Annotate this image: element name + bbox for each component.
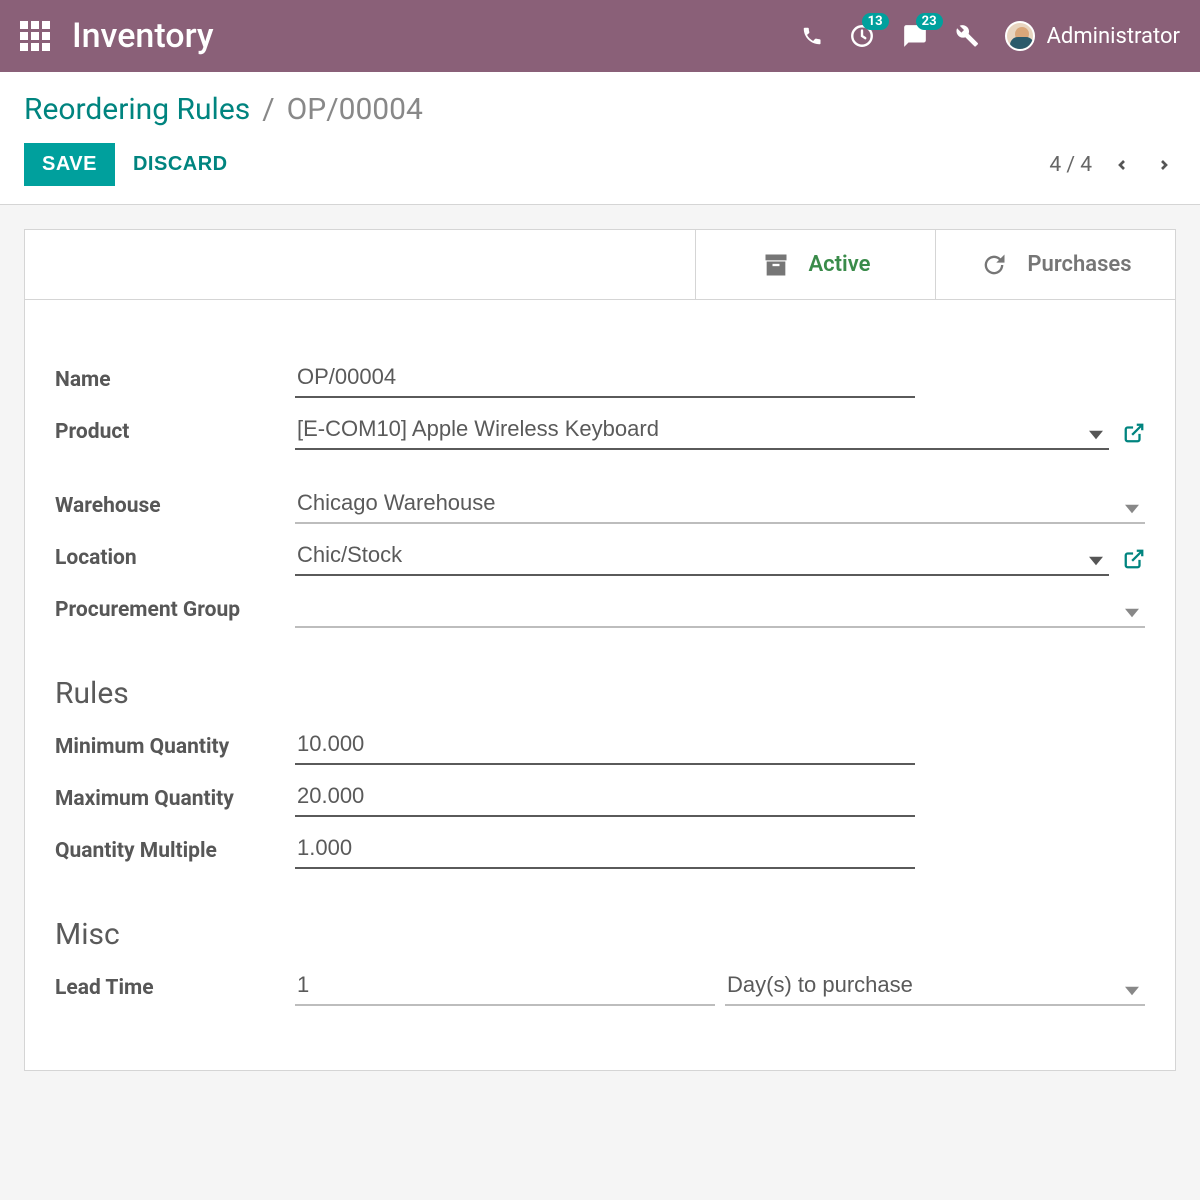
label-warehouse: Warehouse <box>55 494 295 524</box>
location-field[interactable] <box>295 538 1109 576</box>
label-location: Location <box>55 546 295 576</box>
label-product: Product <box>55 420 295 450</box>
max-qty-field[interactable] <box>295 779 915 817</box>
label-name: Name <box>55 368 295 398</box>
row-warehouse: Warehouse <box>55 486 1145 524</box>
topbar: Inventory 13 23 Administrator <box>0 0 1200 72</box>
actions-row: SAVE DISCARD 4 / 4 <box>24 143 1176 186</box>
app-title: Inventory <box>72 16 801 56</box>
chat-icon[interactable]: 23 <box>901 23 929 49</box>
row-min-qty: Minimum Quantity <box>55 727 1145 765</box>
row-procurement-group: Procurement Group <box>55 590 1145 628</box>
archive-icon <box>761 251 791 279</box>
topbar-right: 13 23 Administrator <box>801 21 1180 51</box>
refresh-icon <box>979 251 1009 279</box>
lead-time-unit-field[interactable] <box>725 968 1145 1006</box>
row-location: Location <box>55 538 1145 576</box>
form-body: Name Product Warehouse <box>25 300 1175 1070</box>
settings-icon[interactable] <box>955 24 979 48</box>
activity-badge: 13 <box>862 13 889 30</box>
external-link-icon[interactable] <box>1123 422 1145 450</box>
pager-prev-button[interactable] <box>1110 149 1134 181</box>
active-toggle-button[interactable]: Active <box>695 230 935 299</box>
rules-section-title: Rules <box>55 676 1145 711</box>
product-field[interactable] <box>295 412 1109 450</box>
breadcrumb-current: OP/00004 <box>287 92 423 127</box>
stat-buttons: Active Purchases <box>25 230 1175 300</box>
purchases-label: Purchases <box>1027 252 1131 277</box>
name-field[interactable] <box>295 360 915 398</box>
content: Active Purchases Name Product <box>0 205 1200 1095</box>
pager: 4 / 4 <box>1049 149 1176 181</box>
label-qty-multiple: Quantity Multiple <box>55 839 295 869</box>
misc-section-title: Misc <box>55 917 1145 952</box>
external-link-icon[interactable] <box>1123 548 1145 576</box>
lead-time-value-field[interactable] <box>295 968 715 1006</box>
row-name: Name <box>55 360 1145 398</box>
chat-badge: 23 <box>916 13 943 30</box>
pager-text: 4 / 4 <box>1049 153 1092 177</box>
row-lead-time: Lead Time <box>55 968 1145 1006</box>
row-max-qty: Maximum Quantity <box>55 779 1145 817</box>
procurement-group-field[interactable] <box>295 590 1145 628</box>
label-max-qty: Maximum Quantity <box>55 787 295 817</box>
control-panel: Reordering Rules / OP/00004 SAVE DISCARD… <box>0 72 1200 205</box>
pager-next-button[interactable] <box>1152 149 1176 181</box>
username: Administrator <box>1047 24 1180 49</box>
warehouse-field[interactable] <box>295 486 1145 524</box>
label-min-qty: Minimum Quantity <box>55 735 295 765</box>
apps-icon[interactable] <box>20 21 50 51</box>
discard-button[interactable]: DISCARD <box>115 143 246 186</box>
phone-icon[interactable] <box>801 25 823 47</box>
activity-icon[interactable]: 13 <box>849 23 875 49</box>
breadcrumb-parent[interactable]: Reordering Rules <box>24 92 250 127</box>
min-qty-field[interactable] <box>295 727 915 765</box>
form-sheet: Active Purchases Name Product <box>24 229 1176 1071</box>
save-button[interactable]: SAVE <box>24 143 115 186</box>
row-product: Product <box>55 412 1145 450</box>
breadcrumb: Reordering Rules / OP/00004 <box>24 92 1176 127</box>
label-lead-time: Lead Time <box>55 976 295 1006</box>
qty-multiple-field[interactable] <box>295 831 915 869</box>
purchases-button[interactable]: Purchases <box>935 230 1175 299</box>
row-qty-multiple: Quantity Multiple <box>55 831 1145 869</box>
breadcrumb-separator: / <box>262 92 274 127</box>
user-menu[interactable]: Administrator <box>1005 21 1180 51</box>
active-label: Active <box>809 252 871 277</box>
avatar-icon <box>1005 21 1035 51</box>
label-procurement-group: Procurement Group <box>55 598 295 628</box>
